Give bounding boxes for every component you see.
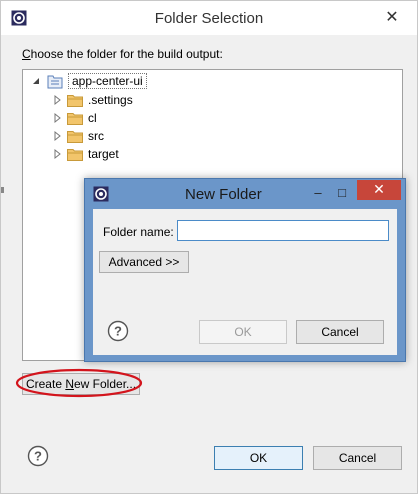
expand-arrow-icon[interactable] [51, 130, 63, 142]
advanced-button[interactable]: Advanced >> [99, 251, 189, 273]
folder-icon [67, 94, 83, 107]
folder-name-input[interactable] [177, 220, 389, 241]
folder-name-label: Folder name: [103, 225, 174, 239]
svg-text:?: ? [114, 324, 122, 339]
tree-item-target[interactable]: target [51, 145, 119, 163]
maximize-button[interactable]: □ [331, 183, 353, 205]
ok-button[interactable]: OK [199, 320, 287, 344]
instruction-label: Choose the folder for the build output: [22, 47, 223, 61]
close-button[interactable]: ✕ [357, 180, 401, 200]
folder-icon [67, 148, 83, 161]
new-folder-dialog: New Folder – □ ✕ Folder name: Advanced >… [84, 178, 406, 362]
cancel-button[interactable]: Cancel [313, 446, 402, 470]
minimize-button[interactable]: – [307, 183, 329, 205]
tree-item-label: .settings [88, 93, 133, 107]
project-folder-icon [47, 74, 63, 89]
collapse-arrow-icon[interactable] [31, 75, 43, 87]
title-bar: Folder Selection ✕ [1, 1, 417, 35]
divider [1, 187, 4, 193]
tree-item-label: app-center-ui [68, 73, 147, 89]
expand-arrow-icon[interactable] [51, 148, 63, 160]
svg-text:?: ? [34, 449, 42, 464]
dialog-title: New Folder [185, 186, 262, 203]
close-button[interactable]: ✕ [379, 7, 405, 29]
tree-item-label: target [88, 147, 119, 161]
create-new-folder-button[interactable]: Create New Folder... [22, 373, 140, 395]
folder-icon [67, 130, 83, 143]
expand-arrow-icon[interactable] [51, 94, 63, 106]
help-icon[interactable]: ? [27, 445, 49, 467]
close-icon: ✕ [373, 181, 385, 197]
help-icon[interactable]: ? [107, 320, 129, 342]
minimize-icon: – [314, 185, 322, 200]
ok-button[interactable]: OK [214, 446, 303, 470]
folder-icon [67, 112, 83, 125]
tree-item-cl[interactable]: cl [51, 109, 97, 127]
title-bar: New Folder – □ ✕ [85, 179, 405, 209]
tree-item-src[interactable]: src [51, 127, 104, 145]
tree-item-settings[interactable]: .settings [51, 91, 133, 109]
cancel-button[interactable]: Cancel [296, 320, 384, 344]
tree-item-label: cl [88, 111, 97, 125]
maximize-icon: □ [338, 185, 346, 200]
dialog-title: Folder Selection [154, 10, 264, 27]
close-icon: ✕ [385, 9, 399, 26]
tree-item-root[interactable]: app-center-ui [31, 72, 147, 90]
dialog-body: Folder name: Advanced >> ? OK Cancel [93, 209, 397, 355]
tree-item-label: src [88, 129, 104, 143]
expand-arrow-icon[interactable] [51, 112, 63, 124]
eclipse-app-icon [93, 186, 109, 202]
